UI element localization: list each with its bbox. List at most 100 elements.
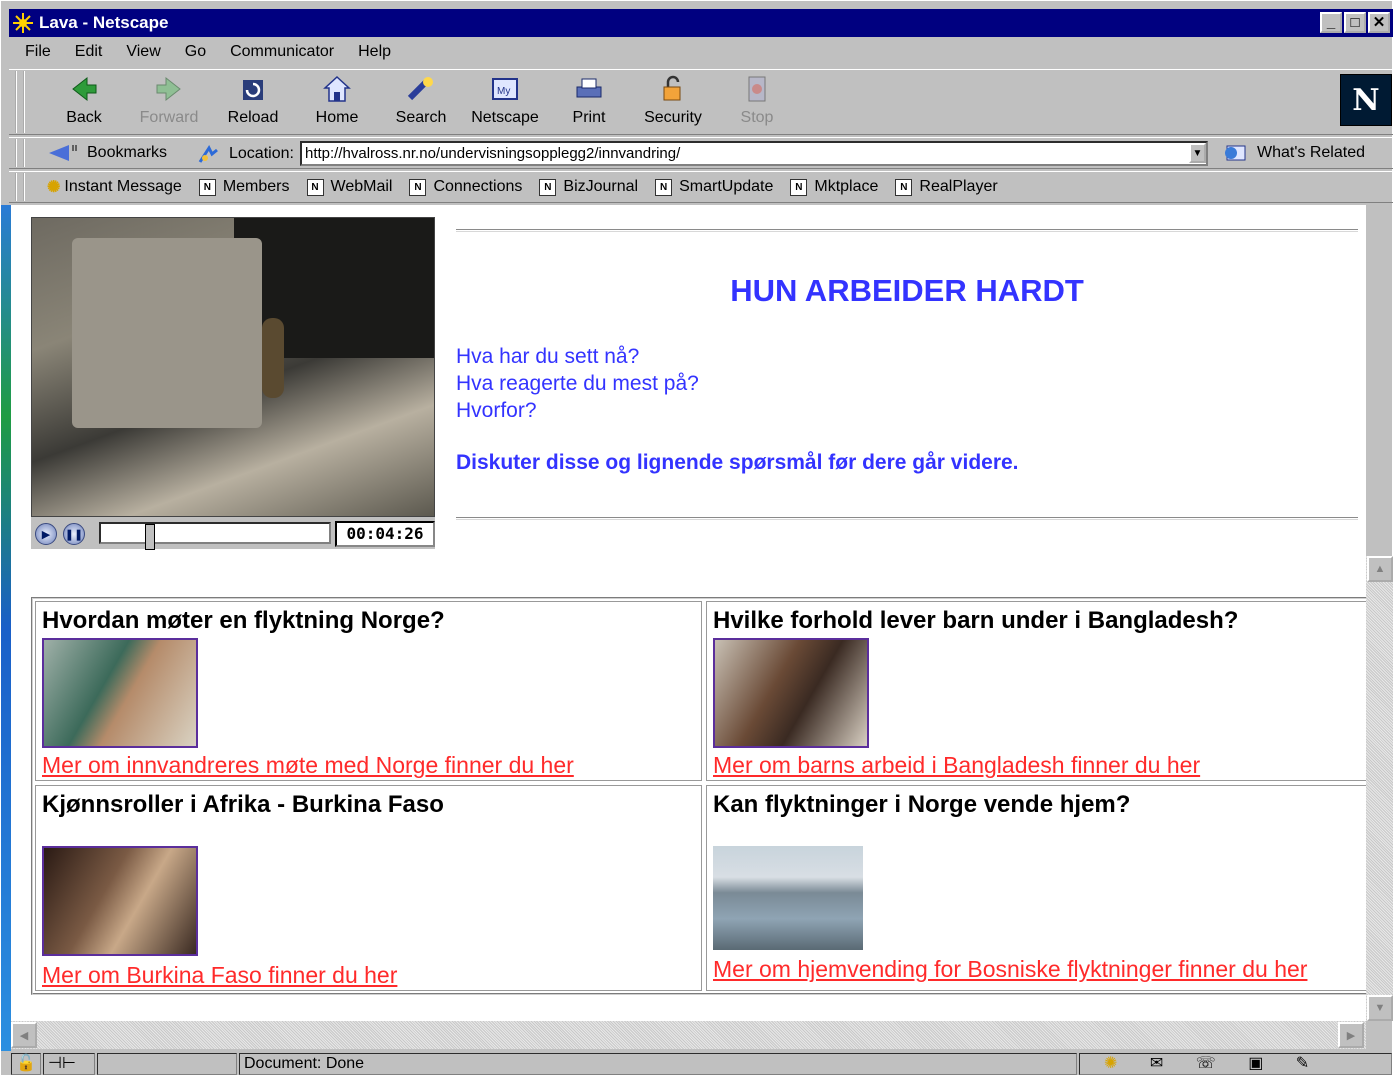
my-netscape-icon: My <box>492 78 518 100</box>
video-frame[interactable] <box>31 217 435 517</box>
search-label: Search <box>395 109 447 126</box>
question-3: Hvorfor? <box>456 399 537 422</box>
netscape-logo[interactable]: N <box>1340 74 1392 126</box>
title-bar[interactable]: Lava - Netscape _ □ ✕ <box>9 9 1393 37</box>
play-button[interactable]: ▶ <box>35 523 57 545</box>
status-text: Document: Done <box>239 1053 1077 1075</box>
horizontal-scrollbar[interactable]: ◀ ▶ <box>11 1021 1366 1049</box>
url-field[interactable]: http://hvalross.nr.no/undervisningsopple… <box>300 141 1208 166</box>
scroll-right-button[interactable]: ▶ <box>1338 1022 1364 1048</box>
menu-help[interactable]: Help <box>358 43 391 61</box>
status-bar: 🔓 ⊣⊢ Document: Done ✺ ✉ ☏ ▣ ✎ <box>9 1051 1393 1076</box>
topic-cell: Hvordan møter en flyktning Norge? Mer om… <box>35 601 702 781</box>
bookmark-page-icon: N <box>895 178 913 196</box>
divider-bottom <box>456 517 1358 520</box>
personal-item-mktplace[interactable]: N Mktplace <box>790 178 878 196</box>
personal-item-smartupdate[interactable]: N SmartUpdate <box>655 178 773 196</box>
maximize-button[interactable]: □ <box>1344 12 1366 33</box>
close-button[interactable]: ✕ <box>1368 12 1390 33</box>
personal-item-connections[interactable]: N Connections <box>409 178 522 196</box>
forward-button[interactable]: Forward <box>129 74 209 127</box>
home-icon <box>323 75 351 102</box>
location-label: Location: <box>229 145 294 162</box>
minimize-icon: _ <box>1326 14 1336 31</box>
minimize-button[interactable]: _ <box>1320 12 1342 33</box>
discuss-instruction: Diskuter disse og lignende spørsmål før … <box>456 451 1019 474</box>
vertical-scrollbar[interactable]: ▲ ▼ <box>1366 556 1393 1021</box>
connection-status-icon: ⊣⊢ <box>43 1053 95 1075</box>
bookmarks-icon <box>49 145 77 161</box>
print-button[interactable]: Print <box>549 74 629 127</box>
netscape-app-icon <box>13 13 33 33</box>
bookmarks-button[interactable]: Bookmarks <box>47 143 167 163</box>
composer-component-icon[interactable]: ▣ <box>1248 1055 1263 1072</box>
personal-item-label: Instant Message <box>64 178 182 195</box>
pause-button[interactable]: ❚❚ <box>63 523 85 545</box>
topic-thumbnail[interactable] <box>42 846 198 956</box>
scroll-left-button[interactable]: ◀ <box>11 1022 37 1048</box>
page-proxy-icon[interactable] <box>197 144 221 164</box>
close-icon: ✕ <box>1372 14 1386 31</box>
topic-cell: Kan flyktninger i Norge vende hjem? Mer … <box>706 785 1366 991</box>
security-label: Security <box>644 109 702 126</box>
back-label: Back <box>66 109 102 126</box>
whats-related-button[interactable]: What's Related <box>1217 143 1365 163</box>
mail-component-icon[interactable]: ✉ <box>1150 1055 1163 1072</box>
navigation-toolbar: Back Forward Reload Home Search My Netsc… <box>9 69 1393 135</box>
bookmark-page-icon: N <box>790 178 808 196</box>
padlock-icon <box>663 75 681 101</box>
topic-thumbnail[interactable] <box>713 846 863 950</box>
topic-title: Kan flyktninger i Norge vende hjem? <box>713 791 1131 818</box>
discussion-component-icon[interactable]: ☏ <box>1196 1055 1216 1072</box>
menu-communicator[interactable]: Communicator <box>230 43 334 61</box>
forward-label: Forward <box>139 109 199 126</box>
topic-link[interactable]: Mer om Burkina Faso finner du her <box>42 962 397 989</box>
chevron-down-icon: ▼ <box>1192 147 1203 159</box>
video-seek-bar[interactable] <box>99 522 331 550</box>
instant-message-icon: ✺ <box>47 179 61 196</box>
personal-item-label: Connections <box>433 178 523 195</box>
topic-cell: Hvilke forhold lever barn under i Bangla… <box>706 601 1366 781</box>
topic-thumbnail[interactable] <box>42 638 198 748</box>
topic-link[interactable]: Mer om innvandreres møte med Norge finne… <box>42 752 574 779</box>
security-button[interactable]: Security <box>633 74 713 127</box>
home-label: Home <box>315 109 359 126</box>
topic-link[interactable]: Mer om hjemvending for Bosniske flyktnin… <box>713 956 1307 983</box>
scroll-right-icon: ▶ <box>1346 1029 1356 1042</box>
stop-label: Stop <box>740 109 774 126</box>
bookmarks-label: Bookmarks <box>87 144 168 161</box>
home-button[interactable]: Home <box>297 74 377 127</box>
question-list: Hva har du sett nå? Hva reagerte du mest… <box>456 343 699 424</box>
navigator-component-icon[interactable]: ✺ <box>1104 1055 1117 1072</box>
reload-button[interactable]: Reload <box>213 74 293 127</box>
edit-component-icon[interactable]: ✎ <box>1296 1055 1309 1072</box>
netscape-button[interactable]: My Netscape <box>465 74 545 127</box>
personal-item-members[interactable]: N Members <box>198 178 290 196</box>
stop-button[interactable]: Stop <box>717 74 797 127</box>
video-hut <box>72 238 262 428</box>
video-time-display: 00:04:26 <box>335 521 435 547</box>
scroll-up-button[interactable]: ▲ <box>1367 556 1393 582</box>
topic-thumbnail[interactable] <box>713 638 869 748</box>
video-seek-thumb[interactable] <box>145 524 155 550</box>
personal-item-label: RealPlayer <box>919 178 998 195</box>
topic-link[interactable]: Mer om barns arbeid i Bangladesh finner … <box>713 752 1200 779</box>
whats-related-icon <box>1225 145 1246 161</box>
back-arrow-icon <box>72 76 97 102</box>
personal-item-realplayer[interactable]: N RealPlayer <box>895 178 998 196</box>
personal-item-bizjournal[interactable]: N BizJournal <box>539 178 638 196</box>
search-button[interactable]: Search <box>381 74 461 127</box>
browser-window: Lava - Netscape _ □ ✕ File Edit View Go … <box>0 0 1393 1076</box>
menu-view[interactable]: View <box>126 43 160 61</box>
personal-item-instant-message[interactable]: ✺ Instant Message <box>47 177 182 197</box>
back-button[interactable]: Back <box>44 74 124 127</box>
personal-item-webmail[interactable]: N WebMail <box>306 178 392 196</box>
security-status-icon[interactable]: 🔓 <box>11 1053 41 1075</box>
menu-file[interactable]: File <box>25 43 51 61</box>
menu-go[interactable]: Go <box>185 43 206 61</box>
location-toolbar: Bookmarks Location: http://hvalross.nr.n… <box>9 137 1393 169</box>
menu-edit[interactable]: Edit <box>75 43 103 61</box>
scroll-left-icon: ◀ <box>19 1029 29 1042</box>
url-dropdown-button[interactable]: ▼ <box>1189 143 1206 163</box>
scroll-down-button[interactable]: ▼ <box>1367 995 1393 1021</box>
